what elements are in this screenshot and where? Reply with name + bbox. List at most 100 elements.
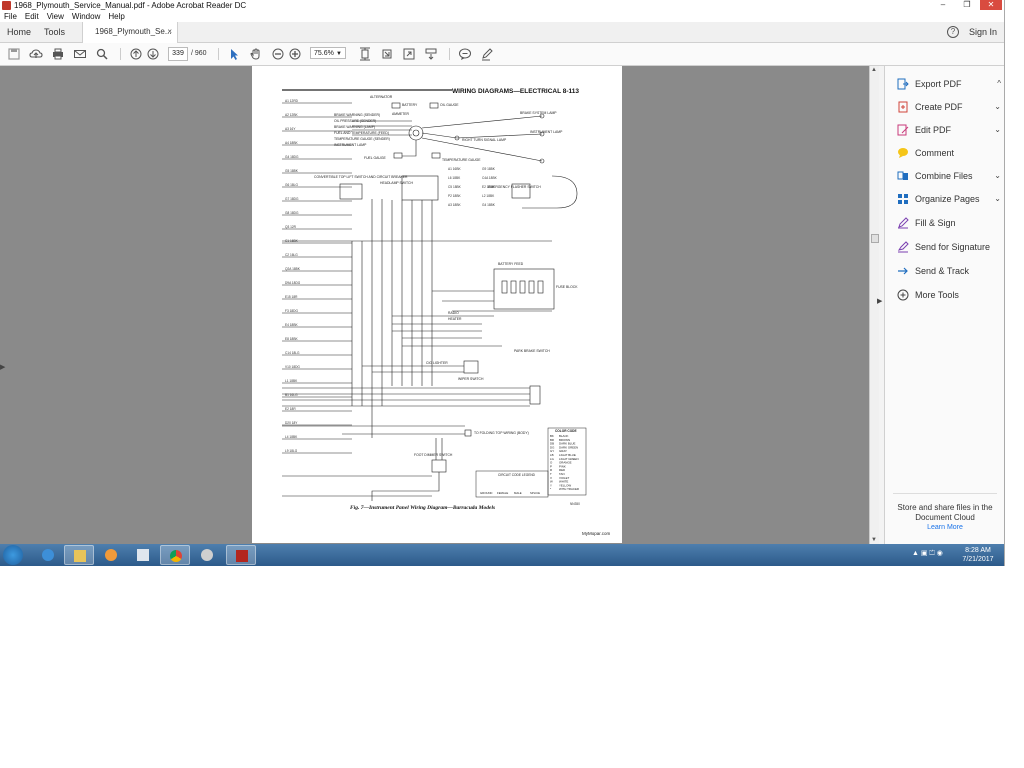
menu-bar: File Edit View Window Help xyxy=(0,11,1004,22)
tool-edit-pdf[interactable]: Edit PDF ⌄ xyxy=(897,121,1001,139)
label-fuse-block: FUSE BLOCK xyxy=(556,285,578,289)
taskbar-acrobat[interactable] xyxy=(226,545,256,565)
taskbar-explorer[interactable] xyxy=(64,545,94,565)
chevron-down-icon[interactable]: ⌄ xyxy=(994,98,1001,116)
label-temp-sender: TEMPERATURE GAUGE (SENDER) xyxy=(334,137,390,141)
label-folding-top: TO FOLDING TOP WIRING (BODY) xyxy=(474,431,529,435)
close-window-button[interactable]: ✕ xyxy=(980,0,1002,10)
tool-comment[interactable]: Comment xyxy=(897,144,1001,162)
menu-file[interactable]: File xyxy=(0,11,21,22)
document-tab-label: 1968_Plymouth_Se... xyxy=(95,27,172,36)
right-pane-toggle-icon[interactable]: ▶ xyxy=(877,297,882,305)
wiring-diagram: WIRING DIAGRAMS—ELECTRICAL 8-113 A1 12RD… xyxy=(282,88,611,536)
figure-code: NN350 xyxy=(570,502,580,506)
menu-window[interactable]: Window xyxy=(68,11,104,22)
wire-code-label: G5 18BK xyxy=(285,169,299,173)
sign-in-link[interactable]: Sign In xyxy=(969,22,997,42)
tool-export-pdf[interactable]: Export PDF ^ xyxy=(897,75,1001,93)
tool-label: Send & Track xyxy=(915,266,970,276)
tab-tools[interactable]: Tools xyxy=(44,22,65,42)
wire-code-label: B1 16LG xyxy=(285,393,298,397)
tool-more-tools[interactable]: More Tools xyxy=(897,286,1001,304)
zoom-out-icon[interactable] xyxy=(271,47,285,61)
rotate-icon[interactable] xyxy=(380,47,394,61)
vertical-scrollbar[interactable]: ▲ ▼ xyxy=(869,66,879,544)
tool-label: Create PDF xyxy=(915,102,963,112)
notepad-icon xyxy=(137,549,149,561)
nav-bar: Home Tools 1968_Plymouth_Se... × ? Sign … xyxy=(0,22,1004,43)
page-down-icon[interactable] xyxy=(146,47,160,61)
help-icon[interactable]: ? xyxy=(947,26,959,38)
taskbar-chrome[interactable] xyxy=(160,545,190,565)
pen-icon[interactable] xyxy=(480,47,494,61)
wire-code-label: A1 12RD xyxy=(285,99,299,103)
label-oil-gauge: OIL GAUGE xyxy=(440,103,459,107)
tool-organize-pages[interactable]: Organize Pages ⌄ xyxy=(897,190,1001,208)
zoom-level-select[interactable]: 75.6% ▼ xyxy=(310,47,346,59)
document-tab[interactable]: 1968_Plymouth_Se... × xyxy=(82,22,178,43)
page-up-icon[interactable] xyxy=(129,47,143,61)
chevron-down-icon[interactable]: ⌄ xyxy=(994,190,1001,208)
toolbar-divider xyxy=(449,48,450,60)
hand-tool-icon[interactable] xyxy=(249,47,263,61)
chrome-icon xyxy=(170,550,182,562)
taskbar-app[interactable] xyxy=(192,545,222,565)
scroll-mode-icon[interactable] xyxy=(424,47,438,61)
figure-caption: Fig. 7—Instrument Panel Wiring Diagram—B… xyxy=(350,505,495,511)
tool-label: Organize Pages xyxy=(915,194,980,204)
print-icon[interactable] xyxy=(51,47,65,61)
label-battery-feed: BATTERY FEED xyxy=(498,262,524,266)
wire-code-label: D9A 18DG xyxy=(285,281,301,285)
tool-combine-files[interactable]: Combine Files ⌄ xyxy=(897,167,1001,185)
label-heater: HEATER xyxy=(448,317,462,321)
tool-create-pdf[interactable]: Create PDF ⌄ xyxy=(897,98,1001,116)
tool-label: Fill & Sign xyxy=(915,218,956,228)
wire-code-label: E15 18R xyxy=(285,295,298,299)
tool-label: Export PDF xyxy=(915,79,962,89)
color-code-abbrev: * xyxy=(550,487,552,491)
chevron-up-icon[interactable]: ^ xyxy=(997,75,1001,93)
full-screen-icon[interactable] xyxy=(402,47,416,61)
system-tray[interactable]: ▲ ▣ ⏍ ◉ xyxy=(912,549,943,558)
search-icon[interactable] xyxy=(95,47,109,61)
page-number-input[interactable]: 339 xyxy=(168,47,188,61)
taskbar-ie[interactable] xyxy=(33,545,63,565)
tab-home[interactable]: Home xyxy=(7,22,31,42)
wire-code-label: G9 18BK xyxy=(482,167,496,171)
chevron-down-icon[interactable]: ⌄ xyxy=(994,167,1001,185)
label-temp-gauge: TEMPERATURE GAUGE xyxy=(442,158,481,162)
wire-code-label: G4 18DG xyxy=(285,155,299,159)
label-right-turn: RIGHT TURN SIGNAL LAMP xyxy=(462,138,507,142)
email-icon[interactable] xyxy=(73,47,87,61)
taskbar-media[interactable] xyxy=(96,545,126,565)
menu-view[interactable]: View xyxy=(43,11,68,22)
cloud-upload-icon[interactable] xyxy=(29,47,43,61)
scroll-down-icon[interactable]: ▼ xyxy=(871,537,877,543)
learn-more-link[interactable]: Learn More xyxy=(893,524,997,531)
close-tab-button[interactable]: × xyxy=(167,22,172,42)
minimize-button[interactable]: – xyxy=(932,0,954,10)
clock[interactable]: 8:28 AM 7/21/2017 xyxy=(958,546,998,564)
wire-code-label: Q2A 18BK xyxy=(285,267,301,271)
menu-edit[interactable]: Edit xyxy=(21,11,43,22)
tool-send-for-signature[interactable]: Send for Signature xyxy=(897,238,1001,256)
scroll-thumb[interactable] xyxy=(871,234,879,243)
left-pane-toggle-icon[interactable]: ▶ xyxy=(0,363,5,371)
window-title: 1968_Plymouth_Service_Manual.pdf - Adobe… xyxy=(14,1,247,10)
tool-fill-sign[interactable]: Fill & Sign xyxy=(897,214,1001,232)
start-button[interactable] xyxy=(3,545,23,565)
scroll-up-icon[interactable]: ▲ xyxy=(871,67,877,73)
menu-help[interactable]: Help xyxy=(104,11,128,22)
document-cloud-text: Store and share files in the Document Cl… xyxy=(897,503,993,522)
comment-icon[interactable] xyxy=(458,47,472,61)
zoom-in-icon[interactable] xyxy=(288,47,302,61)
tool-send-track[interactable]: Send & Track xyxy=(897,262,1001,280)
tool-label: More Tools xyxy=(915,290,959,300)
chevron-down-icon[interactable]: ⌄ xyxy=(994,121,1001,139)
legend-title: CIRCUIT CODE LEGEND xyxy=(498,473,536,477)
taskbar-notepad[interactable] xyxy=(128,545,158,565)
select-cursor-icon[interactable] xyxy=(227,47,241,61)
fit-page-icon[interactable] xyxy=(358,47,372,61)
restore-button[interactable]: ❐ xyxy=(956,0,978,10)
save-icon[interactable] xyxy=(7,47,21,61)
